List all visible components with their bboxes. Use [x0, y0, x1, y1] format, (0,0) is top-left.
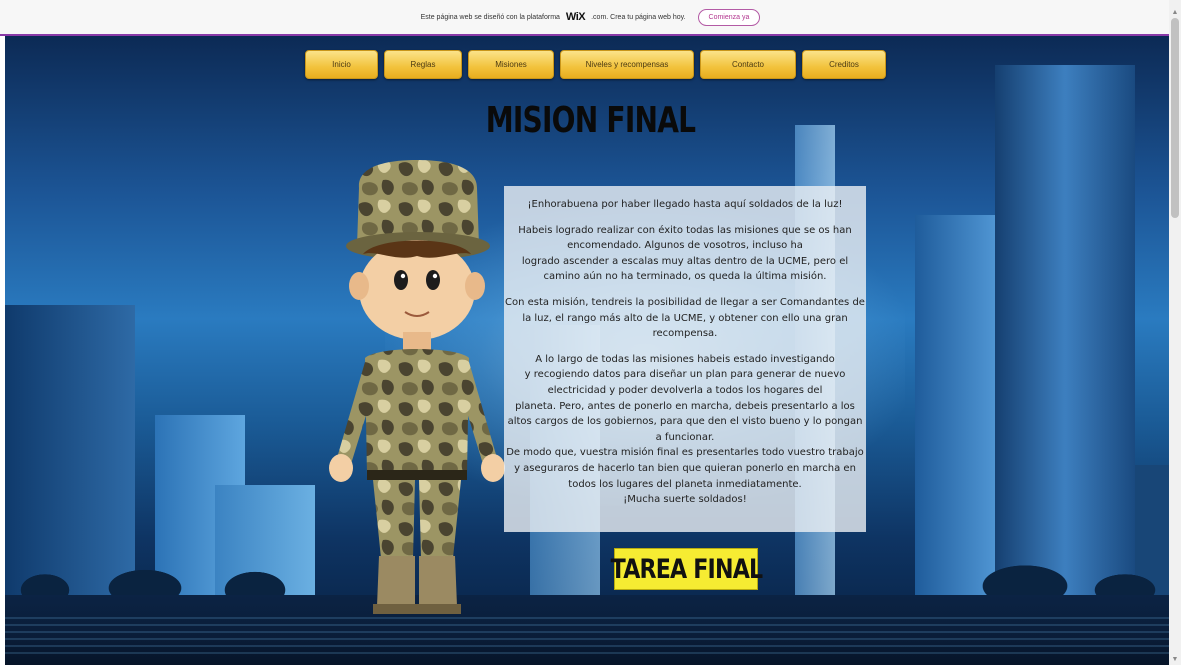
nav-creditos[interactable]: Creditos [802, 50, 886, 79]
text-paragraph: Habeis logrado realizar con éxito todas … [518, 224, 852, 252]
nav-contacto[interactable]: Contacto [700, 50, 796, 79]
main-nav: Inicio Reglas Misiones Niveles y recompe… [305, 50, 886, 79]
wix-ad-banner: Este página web se diseñó con la platafo… [0, 0, 1181, 36]
final-task-button[interactable]: TAREA FINAL [610, 548, 763, 590]
text-paragraph: De modo que, vuestra misión final es pre… [506, 447, 864, 490]
banner-text: Este página web se diseñó con la platafo… [420, 13, 560, 21]
text-paragraph: ¡Enhorabuena por haber llegado hasta aqu… [527, 199, 843, 210]
text-paragraph: Con esta misión, tendreis la posibilidad… [505, 296, 865, 340]
banner-text-after: .com. Crea tu página web hoy. [591, 13, 686, 21]
nav-misiones[interactable]: Misiones [468, 50, 554, 79]
scroll-thumb[interactable] [1171, 18, 1179, 218]
text-paragraph: A lo largo de todas las misiones habeis … [535, 353, 835, 365]
start-now-button[interactable]: Comienza ya [697, 8, 761, 26]
text-paragraph: y recogiendo datos para diseñar un plan … [524, 369, 846, 396]
wix-logo: WiX [565, 11, 586, 23]
nav-niveles-y-recompensas[interactable]: Niveles y recompensas [560, 50, 694, 79]
nav-reglas[interactable]: Reglas [384, 50, 462, 79]
page-title: MISION FINAL [485, 100, 696, 141]
scroll-down-arrow-icon[interactable]: ▼ [1169, 655, 1181, 665]
nav-inicio[interactable]: Inicio [305, 50, 378, 79]
soldier-illustration [329, 160, 505, 614]
text-paragraph: planeta. Pero, antes de ponerlo en march… [507, 400, 863, 443]
final-task-label: TAREA FINAL [610, 553, 762, 585]
text-paragraph: logrado ascender a escalas muy altas den… [521, 255, 849, 283]
scroll-up-arrow-icon[interactable]: ▲ [1169, 8, 1181, 18]
water-reflection [5, 617, 1169, 657]
mission-text-box: ¡Enhorabuena por haber llegado hasta aqu… [504, 186, 866, 532]
text-paragraph: ¡Mucha suerte soldados! [623, 494, 747, 506]
